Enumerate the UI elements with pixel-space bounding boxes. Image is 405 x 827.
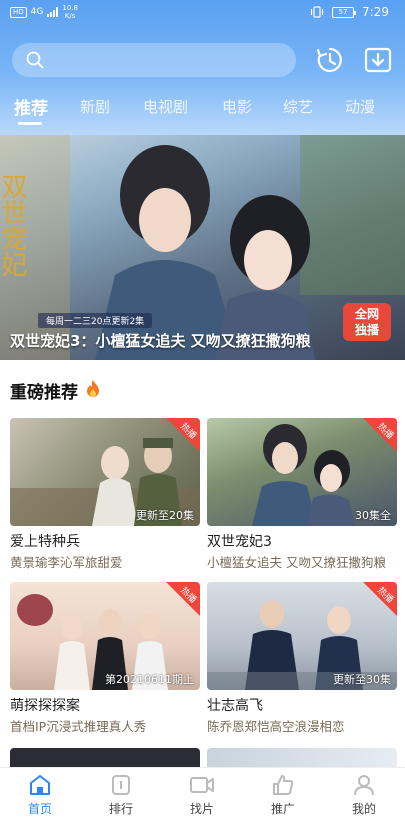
featured-banner[interactable]: 双世宠妃 每周一二三20点更新2集 双世宠妃3：小檀猛女追夫 又吻又撩狂撒狗粮 … <box>0 135 405 360</box>
card-title: 萌探探探案 <box>10 698 80 714</box>
video-thumbnail: 更新至20集 热播 <box>10 418 200 526</box>
hot-tag: 热播 <box>359 418 397 456</box>
nav-label: 排行 <box>108 802 133 816</box>
banner-update-note: 每周一二三20点更新2集 <box>38 313 153 328</box>
video-thumbnail: 30集全 热播 <box>207 418 397 526</box>
signal-icon <box>47 7 59 17</box>
episode-label: 更新至30集 <box>333 673 391 686</box>
banner-logo: 双世宠妃 <box>0 173 27 277</box>
hot-tag: 热播 <box>359 582 397 620</box>
video-card[interactable]: 30集全 热播 双世宠妃3 小檀猛女追夫 又吻又撩狂撒狗粮 <box>207 418 397 570</box>
exclusive-badge: 全网 独播 <box>343 303 391 341</box>
search-input[interactable] <box>12 43 296 77</box>
video-thumbnail: 第20210611期上 热播 <box>10 582 200 690</box>
banner-caption: 双世宠妃3：小檀猛女追夫 又吻又撩狂撒狗粮 <box>10 332 311 350</box>
network-speed: 10.8 K/s <box>62 4 78 20</box>
profile-icon <box>354 775 374 796</box>
hot-tag: 热播 <box>162 582 200 620</box>
nav-label: 首页 <box>27 802 52 816</box>
tab-recommend[interactable]: 推荐 <box>14 94 48 119</box>
tab-new-series[interactable]: 新剧 <box>80 96 110 117</box>
exclusive-badge-line2: 独播 <box>354 323 379 337</box>
tab-variety[interactable]: 综艺 <box>283 96 313 117</box>
ranking-icon <box>112 775 130 795</box>
nav-profile[interactable]: 我的 <box>334 774 394 817</box>
network-speed-unit: K/s <box>64 12 76 20</box>
card-title: 爱上特种兵 <box>10 534 80 550</box>
tab-movies[interactable]: 电影 <box>222 96 252 117</box>
card-description: 首档IP沉浸式推理真人秀 <box>10 719 147 734</box>
nav-ranking[interactable]: 排行 <box>91 774 151 817</box>
nav-find-video[interactable]: 找片 <box>172 774 232 817</box>
active-tab-indicator <box>18 122 42 125</box>
hot-tag: 热播 <box>162 418 200 456</box>
card-title: 壮志高飞 <box>207 698 263 714</box>
video-card[interactable]: 更新至20集 热播 爱上特种兵 黄景瑜李沁军旅甜爱 <box>10 418 200 570</box>
episode-label: 30集全 <box>355 509 391 522</box>
hd-indicator: HD <box>10 6 27 18</box>
episode-label: 更新至20集 <box>136 509 194 522</box>
nav-label: 我的 <box>351 802 376 816</box>
fire-icon <box>87 380 99 397</box>
category-tabs: 推荐 新剧 电视剧 电影 综艺 动漫 <box>0 92 405 122</box>
network-speed-value: 10.8 <box>62 4 78 12</box>
thumbs-up-icon <box>273 775 294 795</box>
status-bar: HD 4G 10.8 K/s 57 7:29 <box>0 0 405 26</box>
header: HD 4G 10.8 K/s 57 7:29 推荐 新剧 电视剧 电影 综艺 动… <box>0 0 405 135</box>
search-icon <box>26 51 44 69</box>
section-title: 重磅推荐 <box>10 383 78 403</box>
exclusive-badge-line1: 全网 <box>354 307 379 321</box>
nav-home[interactable]: 首页 <box>10 774 70 817</box>
card-description: 黄景瑜李沁军旅甜爱 <box>10 555 123 570</box>
video-card[interactable]: 更新至30集 热播 壮志高飞 陈乔恩郑恺高空浪漫相恋 <box>207 582 397 734</box>
download-icon[interactable] <box>363 45 393 75</box>
nav-label: 找片 <box>189 802 214 816</box>
tab-tv-series[interactable]: 电视剧 <box>143 96 188 117</box>
nav-label: 推广 <box>270 802 295 816</box>
vibrate-icon <box>310 6 324 18</box>
video-icon <box>190 777 214 793</box>
nav-promote[interactable]: 推广 <box>253 774 313 817</box>
video-thumbnail[interactable] <box>10 748 200 767</box>
battery-icon: 57 <box>332 6 357 18</box>
card-description: 小檀猛女追夫 又吻又撩狂撒狗粮 <box>207 555 386 570</box>
episode-label: 第20210611期上 <box>105 673 194 686</box>
video-card[interactable]: 第20210611期上 热播 萌探探探案 首档IP沉浸式推理真人秀 <box>10 582 200 734</box>
network-type: 4G <box>30 7 44 17</box>
clock: 7:29 <box>362 5 389 19</box>
bottom-navigation: 首页 排行 找片 推广 我的 <box>0 767 405 827</box>
tab-anime[interactable]: 动漫 <box>345 96 375 117</box>
home-icon <box>30 775 50 795</box>
history-icon[interactable] <box>315 45 345 75</box>
card-title: 双世宠妃3 <box>207 534 272 550</box>
card-description: 陈乔恩郑恺高空浪漫相恋 <box>207 719 345 734</box>
video-thumbnail: 更新至30集 热播 <box>207 582 397 690</box>
video-thumbnail[interactable] <box>207 748 397 767</box>
